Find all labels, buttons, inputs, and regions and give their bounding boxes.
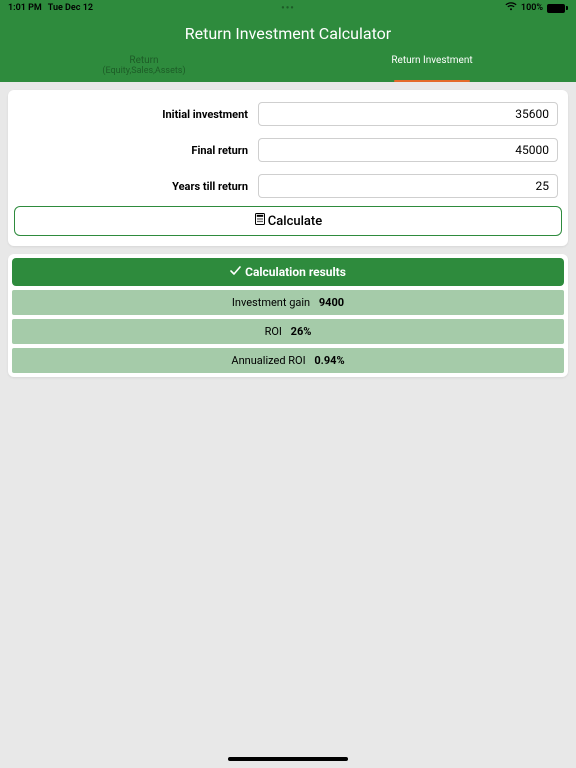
ann-label: Annualized ROI — [231, 354, 305, 367]
years-label: Years till return — [18, 180, 252, 193]
gain-label: Investment gain — [232, 296, 310, 309]
results-title: Calculation results — [245, 265, 346, 279]
tab-return[interactable]: Return (Equity,Sales,Assets) — [0, 51, 288, 82]
roi-label: ROI — [265, 325, 282, 338]
years-input[interactable] — [258, 174, 558, 198]
check-icon — [230, 265, 241, 279]
final-return-input[interactable] — [258, 138, 558, 162]
status-date: Tue Dec 12 — [48, 3, 93, 13]
camera-indicator-icon: ••• — [281, 3, 295, 14]
final-return-label: Final return — [18, 144, 252, 157]
status-time: 1:01 PM — [8, 3, 42, 13]
initial-investment-input[interactable] — [258, 102, 558, 126]
results-card: Calculation results Investment gain 9400… — [8, 254, 568, 377]
input-card: Initial investment Final return Years ti… — [8, 90, 568, 246]
tab-return-sublabel: (Equity,Sales,Assets) — [0, 66, 288, 76]
result-gain: Investment gain 9400 — [12, 290, 564, 315]
result-annualized: Annualized ROI 0.94% — [12, 348, 564, 373]
result-roi: ROI 26% — [12, 319, 564, 344]
calculate-label: Calculate — [268, 214, 322, 229]
results-header: Calculation results — [12, 258, 564, 286]
calculator-icon — [254, 213, 266, 229]
tab-return-investment[interactable]: Return Investment — [288, 51, 576, 82]
calculate-button[interactable]: Calculate — [14, 206, 562, 236]
ann-value: 0.94% — [314, 354, 344, 367]
gain-value: 9400 — [319, 296, 344, 309]
app-title: Return Investment Calculator — [0, 20, 576, 51]
roi-value: 26% — [291, 325, 312, 338]
tab-return-investment-label: Return Investment — [391, 55, 472, 66]
tab-bar: Return (Equity,Sales,Assets) Return Inve… — [0, 51, 576, 82]
battery-icon — [547, 4, 568, 13]
wifi-icon — [505, 2, 517, 14]
initial-investment-label: Initial investment — [18, 108, 252, 121]
tab-return-label: Return — [0, 55, 288, 66]
home-indicator[interactable] — [228, 757, 348, 761]
status-bar: 1:01 PM Tue Dec 12 ••• 100% — [0, 0, 576, 14]
app-header: Return Investment Calculator Return (Equ… — [0, 14, 576, 82]
battery-percent: 100% — [521, 3, 543, 13]
